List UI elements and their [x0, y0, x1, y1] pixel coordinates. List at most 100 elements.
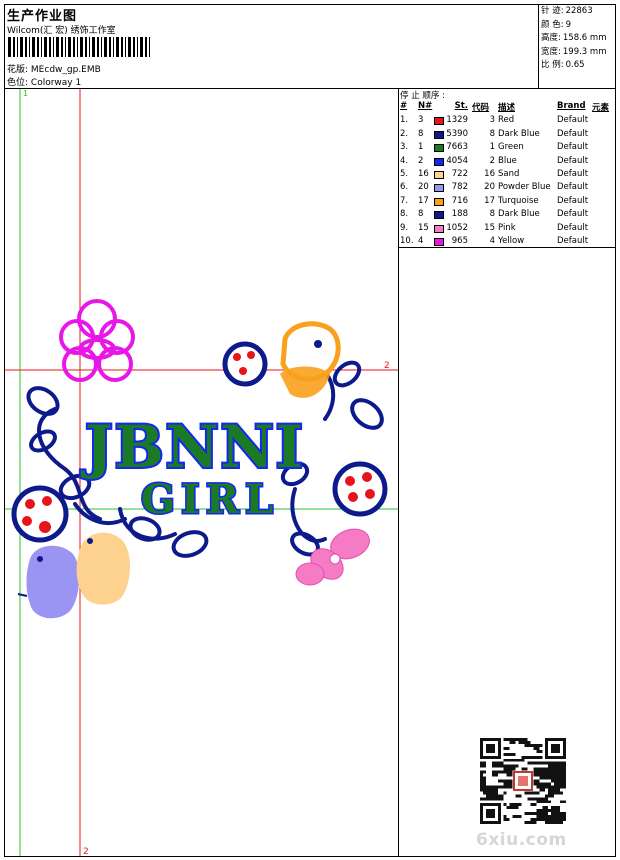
- row-brand: Default: [557, 128, 589, 139]
- qr-module: [494, 797, 498, 801]
- qr-module: [554, 776, 558, 780]
- stop-sequence-title: 停 止 顺序 :: [400, 91, 445, 101]
- qr-module: [509, 785, 513, 789]
- qr-module: [482, 764, 486, 768]
- qr-module: [497, 755, 501, 759]
- barcode-bar: [37, 37, 39, 57]
- table-row: 6. 20 782 20 Powder Blue Default: [398, 181, 616, 194]
- qr-module: [488, 755, 492, 759]
- qr-module: [497, 818, 501, 822]
- qr-module: [542, 788, 546, 792]
- qr-module: [551, 764, 555, 768]
- qr-module: [503, 752, 507, 756]
- qr-module: [536, 800, 540, 804]
- qr-module: [560, 782, 564, 786]
- qr-module: [497, 809, 501, 813]
- qr-module: [554, 812, 558, 816]
- qr-module: [551, 779, 555, 783]
- row-index: 8.: [400, 209, 409, 220]
- qr-module: [542, 806, 546, 810]
- qr-module: [485, 743, 489, 747]
- design-text-main: JBNNI: [80, 413, 305, 481]
- qr-module: [491, 812, 495, 816]
- barcode-bar: [113, 37, 114, 57]
- qr-module: [494, 761, 498, 765]
- header-idx: #: [400, 101, 408, 111]
- qr-module: [539, 812, 543, 816]
- qr-module: [542, 770, 546, 774]
- qr-module: [560, 815, 564, 819]
- barcode: [8, 37, 150, 57]
- header-element: 元素: [592, 103, 610, 113]
- row-brand: Default: [557, 115, 589, 126]
- qr-module: [533, 791, 537, 795]
- qr-module: [480, 803, 483, 807]
- qr-module: [491, 791, 495, 795]
- stat-label: 针 迹:: [541, 6, 564, 16]
- qr-module: [548, 785, 552, 789]
- qr-module: [536, 785, 540, 789]
- qr-module: [554, 788, 558, 792]
- qr-module: [548, 761, 552, 765]
- row-stitches: 1329: [446, 115, 468, 126]
- qr-module: [551, 767, 555, 771]
- qr-module: [512, 764, 516, 768]
- row-code: 1: [489, 142, 495, 153]
- qr-module: [500, 797, 504, 801]
- qr-module: [480, 749, 483, 753]
- qr-module: [542, 776, 546, 780]
- qr-module: [524, 743, 528, 747]
- qr-module: [480, 782, 483, 786]
- table-row: 9. 15 1052 15 Pink Default: [398, 222, 616, 235]
- qr-module: [536, 818, 540, 822]
- row-brand: Default: [557, 155, 589, 166]
- stat-stitches: 针 迹: 22863: [541, 5, 606, 19]
- qr-module: [491, 764, 495, 768]
- qr-module: [497, 806, 501, 810]
- qr-module: [480, 779, 483, 783]
- barcode-bar: [140, 37, 143, 57]
- qr-seal-mark: [517, 775, 529, 787]
- table-row: 7. 17 716 17 Turquoise Default: [398, 195, 616, 208]
- qr-module: [548, 821, 552, 824]
- barcode-bar: [20, 37, 23, 57]
- qr-module: [545, 755, 549, 759]
- qr-module: [551, 738, 555, 741]
- qr-module: [533, 818, 537, 822]
- qr-module: [554, 749, 558, 753]
- qr-module: [533, 821, 537, 824]
- qr-module: [536, 746, 540, 750]
- row-stitches: 188: [451, 209, 468, 220]
- qr-module: [533, 797, 537, 801]
- leaf: [26, 386, 60, 416]
- qr-module: [480, 809, 483, 813]
- qr-module: [533, 803, 537, 807]
- qr-module: [480, 740, 483, 744]
- qr-module: [485, 803, 489, 807]
- row-needle: 8: [418, 128, 424, 139]
- design-file: 花版: MEcdw_gp.EMB: [7, 62, 101, 75]
- qr-module: [542, 797, 546, 801]
- qr-module: [551, 746, 555, 750]
- qr-module: [485, 788, 489, 792]
- qr-module: [524, 821, 528, 824]
- qr-module: [563, 812, 566, 816]
- qr-module: [488, 743, 492, 747]
- barcode-bar: [125, 37, 126, 57]
- qr-module: [563, 770, 566, 774]
- stat-label: 比 例:: [541, 60, 564, 70]
- qr-module: [515, 803, 519, 807]
- qr-module: [554, 755, 558, 759]
- qr-module: [491, 743, 495, 747]
- barcode-bar: [56, 37, 59, 57]
- qr-module: [491, 797, 495, 801]
- qr-module: [491, 788, 495, 792]
- qr-module: [488, 746, 492, 750]
- stats-panel: 针 迹: 22863 颜 色: 9 高度: 158.6 mm 宽度: 199.3 mm …: [541, 5, 606, 73]
- qr-module: [488, 803, 492, 807]
- row-stitches: 716: [451, 195, 468, 206]
- qr-module: [527, 740, 531, 744]
- row-needle: 4: [418, 235, 424, 246]
- qr-module: [554, 773, 558, 777]
- barcode-bar: [109, 37, 111, 57]
